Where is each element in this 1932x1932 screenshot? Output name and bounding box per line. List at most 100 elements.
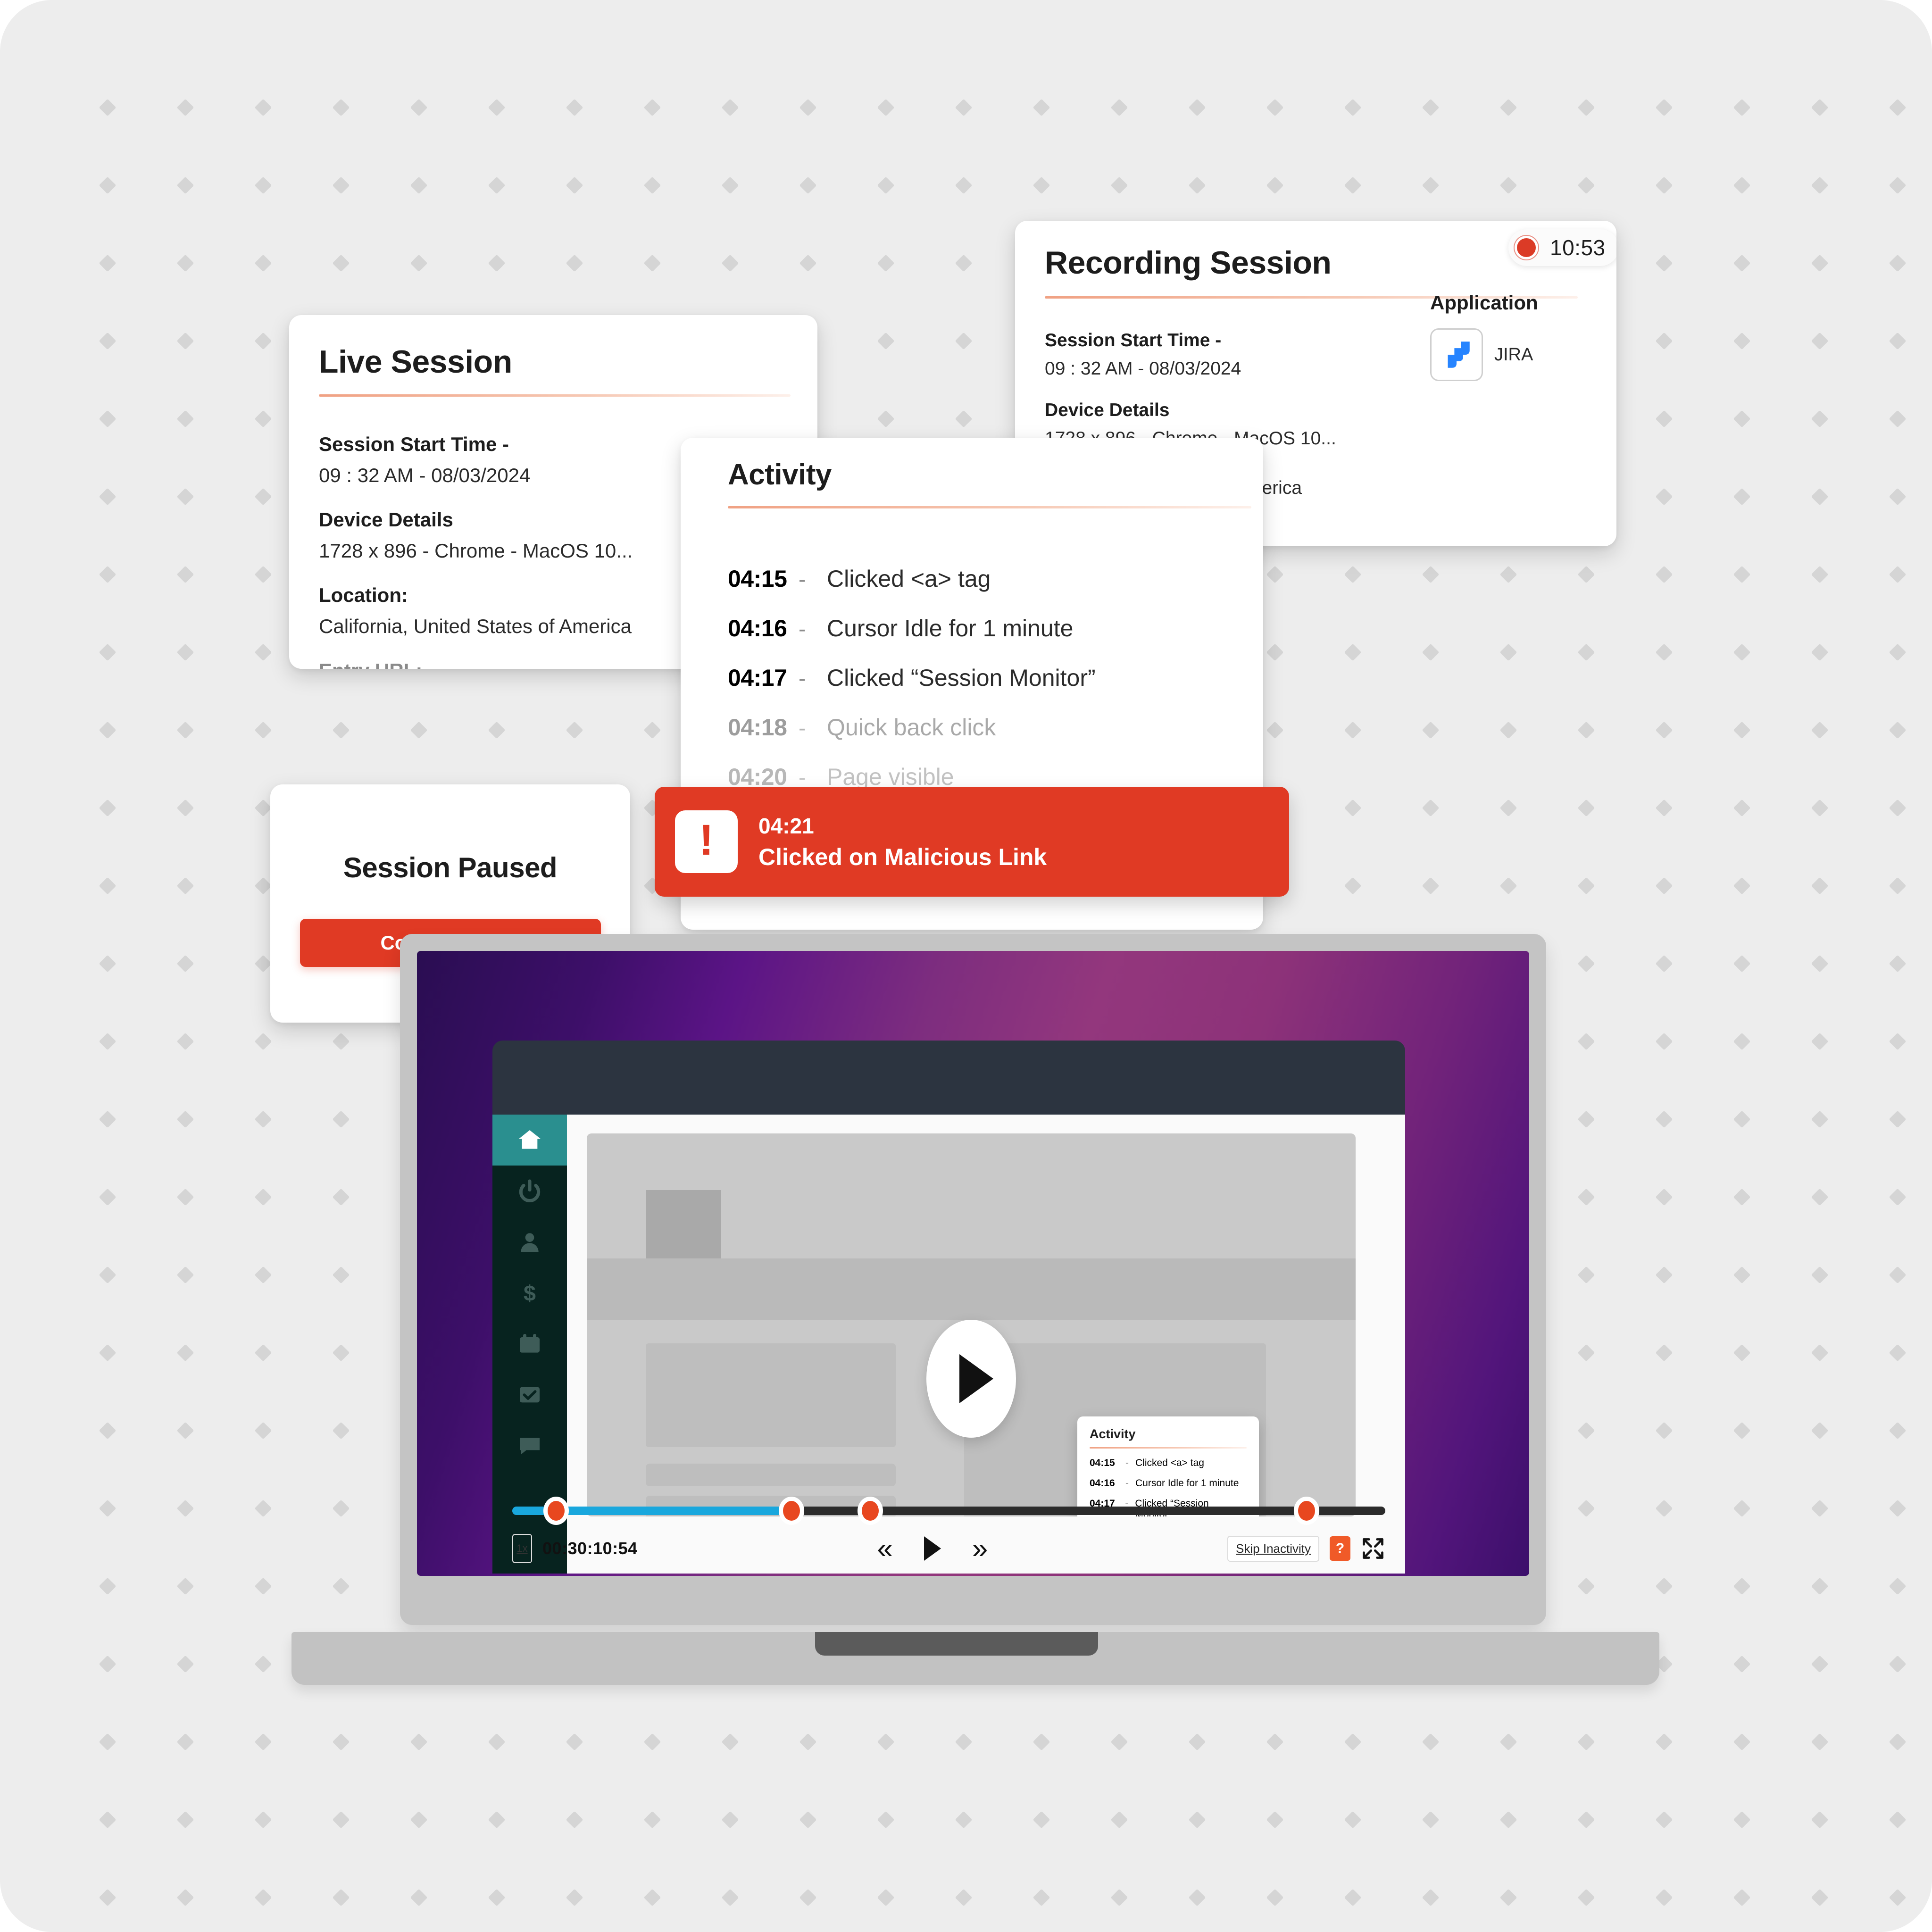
background-diamond [1733,955,1751,973]
background-diamond [176,99,194,117]
background-diamond [332,1344,350,1362]
background-diamond [1033,1889,1050,1907]
mini-activity-title: Activity [1090,1427,1136,1441]
background-diamond [99,1422,117,1440]
background-diamond [99,1110,117,1128]
background-diamond [1811,410,1829,428]
background-diamond [410,721,428,739]
background-diamond [1033,99,1050,117]
malicious-link-alert[interactable]: ! 04:21 Clicked on Malicious Link [655,787,1289,897]
background-diamond [99,1033,117,1050]
background-diamond [643,1811,661,1829]
rewind-icon[interactable]: « [877,1534,892,1563]
dollar-icon: $ [524,1281,536,1305]
sidebar-item-tasks[interactable] [492,1369,567,1420]
activity-row-time: 04:16 [728,615,787,641]
background-diamond [488,99,506,117]
background-diamond [99,955,117,973]
background-diamond [254,1344,272,1362]
play-overlay-button[interactable] [926,1320,1016,1438]
background-diamond [99,1733,117,1751]
background-diamond [176,566,194,583]
background-diamond [176,1188,194,1206]
home-icon [518,1130,541,1149]
background-diamond [176,410,194,428]
background-diamond [1655,1499,1673,1517]
skip-inactivity-button[interactable]: Skip Inactivity [1227,1535,1319,1562]
playback-speed-button[interactable]: 1x [512,1534,532,1563]
background-diamond [1266,643,1284,661]
background-diamond [1577,566,1595,583]
sidebar-item-calendar[interactable] [492,1318,567,1369]
background-diamond [99,1655,117,1673]
timeline-scrubber[interactable] [512,1501,1385,1521]
background-diamond [1889,176,1907,194]
timeline-event-marker[interactable] [861,1501,879,1521]
background-diamond [1733,1110,1751,1128]
play-icon[interactable] [924,1536,941,1561]
mini-activity-row: 04:15 - Clicked <a> tag [1090,1457,1247,1469]
background-diamond [1655,254,1673,272]
background-diamond [1266,721,1284,739]
background-diamond [1422,877,1440,895]
background-diamond [1188,1733,1206,1751]
background-diamond [799,254,817,272]
background-diamond [1733,1188,1751,1206]
background-diamond [1110,1889,1128,1907]
background-diamond [488,1811,506,1829]
sidebar-item-user[interactable] [492,1216,567,1267]
fast-forward-icon[interactable]: » [972,1534,988,1563]
background-diamond [1655,1577,1673,1595]
background-diamond [1577,1889,1595,1907]
background-diamond [1811,332,1829,350]
background-diamond [1733,1577,1751,1595]
background-diamond [1811,488,1829,506]
placeholder-block [646,1343,896,1447]
background-diamond [410,1733,428,1751]
background-diamond [877,176,895,194]
background-diamond [1577,1811,1595,1829]
background-diamond [176,1033,194,1050]
jira-icon[interactable] [1430,328,1483,381]
alert-message: Clicked on Malicious Link [758,843,1047,870]
background-diamond [1655,332,1673,350]
background-diamond [1811,254,1829,272]
timeline-event-marker[interactable] [783,1501,800,1521]
sidebar-item-billing[interactable]: $ [492,1267,567,1318]
mini-activity-dash: - [1125,1478,1129,1489]
background-diamond [99,721,117,739]
background-diamond [1811,1655,1829,1673]
background-diamond [332,1188,350,1206]
background-diamond [1889,1422,1907,1440]
background-diamond [955,99,973,117]
background-diamond [1889,99,1907,117]
background-diamond [1577,99,1595,117]
laptop-mockup: $ Activity 04:15 - Clicked <a> tag 04:16… [291,934,1659,1685]
background-diamond [254,176,272,194]
sidebar-item-chat[interactable] [492,1420,567,1471]
background-diamond [1733,1655,1751,1673]
background-diamond [1889,877,1907,895]
background-diamond [488,721,506,739]
fullscreen-icon[interactable] [1361,1536,1385,1561]
timeline-event-marker[interactable] [547,1501,565,1521]
activity-row: 04:17 - Clicked “Session Monitor” [728,664,1242,691]
application-block: Application JIRA [1430,291,1538,381]
background-diamond [1422,566,1440,583]
background-diamond [1188,99,1206,117]
background-diamond [799,1889,817,1907]
background-diamond [99,1577,117,1595]
sidebar-item-home[interactable] [492,1115,567,1166]
sidebar-item-power[interactable] [492,1166,567,1216]
background-diamond [1655,643,1673,661]
background-diamond [1889,1577,1907,1595]
background-diamond [1422,643,1440,661]
background-diamond [955,332,973,350]
help-button[interactable]: ? [1330,1536,1350,1561]
background-diamond [566,1811,583,1829]
activity-row-time: 04:15 [728,566,787,592]
background-diamond [1811,1266,1829,1284]
background-diamond [410,254,428,272]
live-session-entry-url-label: Entry URL: [319,659,633,669]
timeline-event-marker[interactable] [1298,1501,1316,1521]
